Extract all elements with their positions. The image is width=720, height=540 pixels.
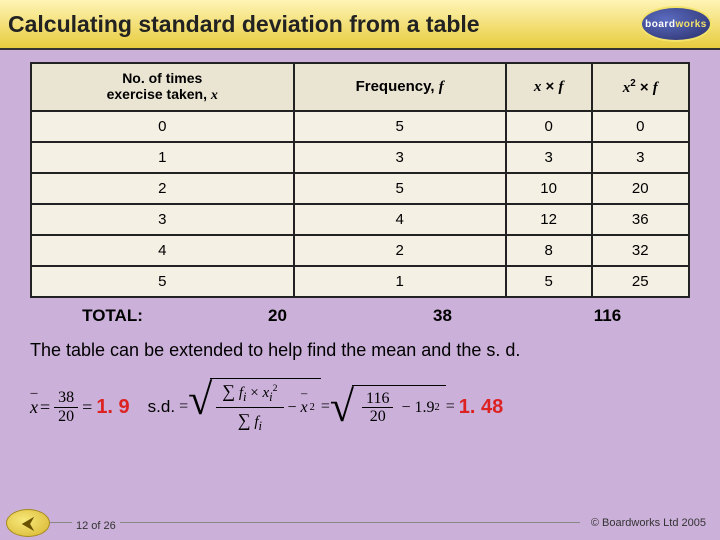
boardworks-logo: boardworks xyxy=(640,6,712,42)
caption-text: The table can be extended to help find t… xyxy=(30,340,690,361)
col-header-f: Frequency, f xyxy=(294,63,506,111)
totals-row: TOTAL: 20 38 116 xyxy=(30,302,690,330)
logo-text-2: works xyxy=(675,19,706,30)
table-row: 51525 xyxy=(31,266,689,297)
table-row: 251020 xyxy=(31,173,689,204)
total-xf: 38 xyxy=(360,306,525,326)
total-x2f: 116 xyxy=(525,306,690,326)
xbar-symbol: x xyxy=(30,397,40,418)
total-label: TOTAL: xyxy=(30,306,195,326)
col-header-x2f: x2 × f xyxy=(592,63,690,111)
table-row: 0500 xyxy=(31,111,689,142)
mean-formula: x = 38 20 = 1. 9 xyxy=(30,389,130,425)
content-area: No. of times exercise taken, x Frequency… xyxy=(0,50,720,443)
total-f: 20 xyxy=(195,306,360,326)
sd-label: s.d. xyxy=(148,397,175,417)
table-header-row: No. of times exercise taken, x Frequency… xyxy=(31,63,689,111)
col-header-xf: x × f xyxy=(506,63,592,111)
arrow-left-icon: ⮜ xyxy=(22,513,35,534)
header-bar: Calculating standard deviation from a ta… xyxy=(0,0,720,50)
logo-oval: boardworks xyxy=(640,6,712,42)
table-row: 42832 xyxy=(31,235,689,266)
sqrt-numeric: √ 116 20 − 1.92 xyxy=(330,385,446,429)
table-row: 341236 xyxy=(31,204,689,235)
formula-row: x = 38 20 = 1. 9 s.d. = √ ∑ fi × xyxy=(30,371,690,443)
sqrt-icon: √ xyxy=(188,378,212,436)
footer-bar: ⮜ © Boardworks Ltd 2005 xyxy=(0,506,720,540)
col-header-x: No. of times exercise taken, x xyxy=(31,63,294,111)
copyright-text: © Boardworks Ltd 2005 xyxy=(591,517,706,529)
sqrt-icon: √ xyxy=(330,385,354,429)
table-row: 1333 xyxy=(31,142,689,173)
prev-arrow-button[interactable]: ⮜ xyxy=(6,509,50,537)
mean-fraction: 38 20 xyxy=(54,389,78,425)
sd-formula: s.d. = √ ∑ fi × xi2 ∑ fi xyxy=(148,378,504,436)
frequency-table: No. of times exercise taken, x Frequency… xyxy=(30,62,690,298)
mean-answer: 1. 9 xyxy=(96,396,129,419)
page-title: Calculating standard deviation from a ta… xyxy=(8,11,480,38)
sd-answer: 1. 48 xyxy=(459,396,503,419)
sqrt-symbolic: √ ∑ fi × xi2 ∑ fi − xyxy=(188,378,321,436)
logo-text-1: board xyxy=(645,19,675,30)
